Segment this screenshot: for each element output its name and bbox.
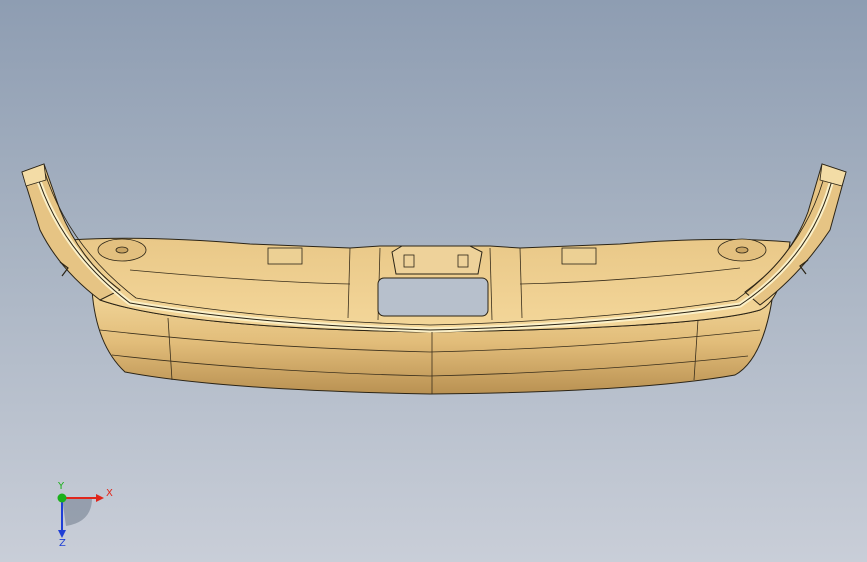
- center-cutout: [377, 277, 489, 317]
- y-axis-dot-icon: [57, 493, 67, 503]
- x-axis-label: X: [106, 488, 113, 499]
- z-axis-arrow-icon: [58, 530, 66, 538]
- coordinate-triad: X Y Z: [57, 481, 113, 548]
- triad-shadow: [62, 498, 92, 526]
- left-bracket: [267, 247, 303, 265]
- bumper-model[interactable]: [0, 0, 867, 562]
- y-axis-label: Y: [57, 481, 65, 492]
- x-axis-arrow-icon: [96, 494, 104, 502]
- 3d-viewport[interactable]: X Y Z: [0, 0, 867, 562]
- z-axis-label: Z: [59, 538, 66, 548]
- center-mount-tab: [391, 245, 483, 275]
- right-bracket: [561, 247, 597, 265]
